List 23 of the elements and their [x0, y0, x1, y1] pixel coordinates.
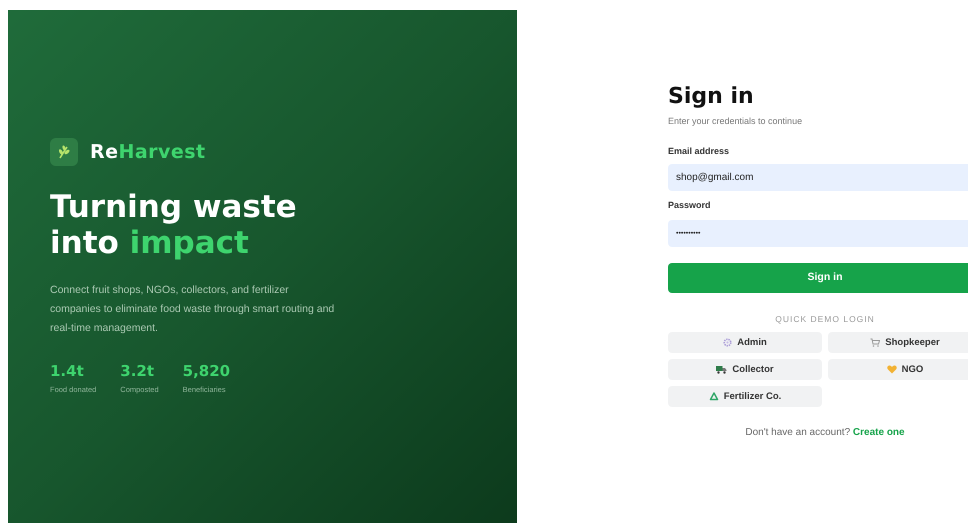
- stat-value: 1.4t: [50, 362, 85, 380]
- demo-login-button[interactable]: Shopkeeper: [828, 332, 968, 354]
- cart-icon: [870, 338, 880, 348]
- demo-login-button[interactable]: Collector: [668, 359, 822, 380]
- demo-login-button[interactable]: Fertilizer Co.: [668, 386, 822, 408]
- field-label: Password: [668, 199, 712, 212]
- input-field[interactable]: shop@gmail.com: [668, 164, 968, 191]
- logo-icon: [50, 138, 78, 166]
- demo-login-button[interactable]: Admin: [668, 332, 822, 354]
- signup-prompt: Don't have an account?: [745, 427, 850, 438]
- demo-login-heading: QUICK DEMO LOGIN: [774, 312, 876, 326]
- heart-icon: [886, 365, 897, 374]
- stat-value: 3.2t: [120, 362, 156, 380]
- stat-value: 5,820: [182, 362, 230, 380]
- brand-name: ReHarvest: [90, 140, 206, 165]
- gear-icon: [723, 338, 732, 348]
- hero-headline: Turning waste into impact: [50, 188, 298, 260]
- truck-icon: [716, 365, 728, 374]
- field-label: Email address: [668, 144, 730, 158]
- demo-login-button[interactable]: NGO: [828, 359, 968, 380]
- hero-description: Connect fruit shops, NGOs, collectors, and fertilizer companies to eliminate food waste through smart routing and real-time management.: [50, 282, 336, 336]
- form-subtitle: Enter your credentials to continue: [668, 115, 804, 128]
- form-title: Sign in: [668, 83, 755, 111]
